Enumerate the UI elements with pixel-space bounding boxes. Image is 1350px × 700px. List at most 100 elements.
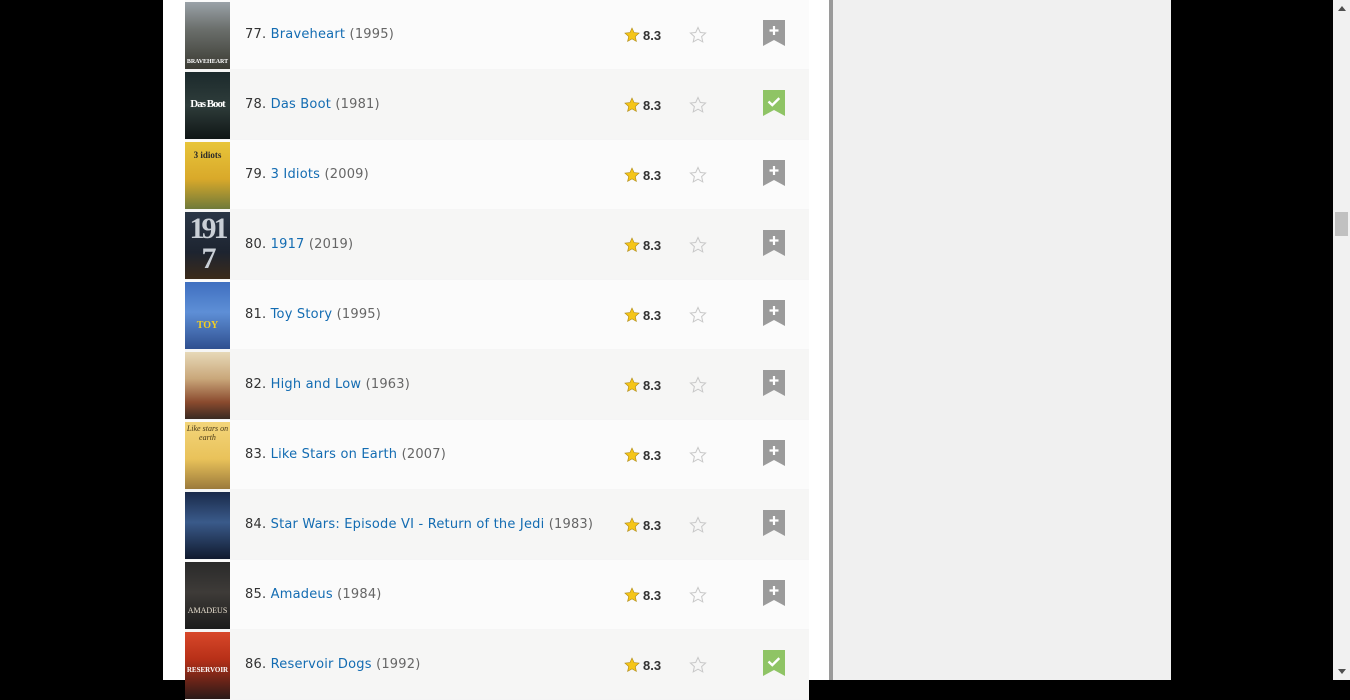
movie-title-link[interactable]: 3 Idiots	[271, 167, 321, 182]
movie-title-link[interactable]: Das Boot	[271, 97, 331, 112]
rating-star-icon	[624, 657, 640, 672]
poster-text: BRAVEHEART	[186, 59, 229, 65]
imdb-rating: 8.3	[624, 656, 661, 674]
title-cell: 84. Star Wars: Episode VI - Return of th…	[245, 490, 593, 560]
poster-image[interactable]: TOY	[185, 282, 230, 349]
rating-star-icon	[624, 377, 640, 392]
movie-title-link[interactable]: Star Wars: Episode VI - Return of the Je…	[271, 517, 545, 532]
rate-this-star-icon[interactable]	[689, 446, 707, 464]
rate-this-star-icon[interactable]	[689, 236, 707, 254]
movie-year: (2009)	[324, 167, 369, 182]
poster-text: 1917	[189, 212, 229, 275]
movie-list: BRAVEHEART 77. Braveheart (1995) 8.3 Das…	[185, 0, 809, 700]
add-to-watchlist-button[interactable]	[763, 160, 785, 186]
rate-this-star-icon[interactable]	[689, 656, 707, 674]
poster-image[interactable]: Das Boot	[185, 72, 230, 139]
rank-number: 79.	[245, 167, 267, 182]
poster-image[interactable]	[185, 352, 230, 419]
table-row: TOY 81. Toy Story (1995) 8.3	[185, 280, 809, 350]
table-row: 82. High and Low (1963) 8.3	[185, 350, 809, 420]
table-row: AMADEUS 85. Amadeus (1984) 8.3	[185, 560, 809, 630]
scroll-down-arrow-icon[interactable]	[1333, 663, 1350, 680]
rating-star-icon	[624, 307, 640, 322]
add-to-watchlist-button[interactable]	[763, 300, 785, 326]
rate-this-star-icon[interactable]	[689, 96, 707, 114]
rate-this-star-icon[interactable]	[689, 166, 707, 184]
rank-number: 86.	[245, 657, 267, 672]
title-cell: 80. 1917 (2019)	[245, 210, 353, 280]
poster-image[interactable]: BRAVEHEART	[185, 2, 230, 69]
vertical-scrollbar[interactable]	[1333, 0, 1350, 680]
poster-text: AMADEUS	[187, 606, 228, 615]
poster-image[interactable]: Like stars on earth	[185, 422, 230, 489]
rating-star-icon	[624, 27, 640, 42]
title-cell: 85. Amadeus (1984)	[245, 560, 382, 630]
movie-year: (1983)	[548, 517, 594, 532]
title-cell: 79. 3 Idiots (2009)	[245, 140, 369, 210]
imdb-rating: 8.3	[624, 306, 661, 324]
poster-text: Like stars on earth	[186, 424, 229, 442]
imdb-rating: 8.3	[624, 96, 661, 114]
movie-title-link[interactable]: Reservoir Dogs	[271, 657, 372, 672]
movie-year: (1981)	[335, 97, 380, 112]
table-row: RESERVOIR 86. Reservoir Dogs (1992) 8.3	[185, 630, 809, 700]
title-cell: 78. Das Boot (1981)	[245, 70, 380, 140]
add-to-watchlist-button[interactable]	[763, 370, 785, 396]
rate-this-star-icon[interactable]	[689, 586, 707, 604]
table-row: BRAVEHEART 77. Braveheart (1995) 8.3	[185, 0, 809, 70]
imdb-rating: 8.3	[624, 26, 661, 44]
movie-year: (1984)	[337, 587, 382, 602]
add-to-watchlist-button[interactable]	[763, 440, 785, 466]
add-to-watchlist-button[interactable]	[763, 20, 785, 46]
movie-year: (1995)	[336, 307, 382, 322]
poster-image[interactable]: AMADEUS	[185, 562, 230, 629]
movie-title-link[interactable]: Amadeus	[271, 587, 333, 602]
rate-this-star-icon[interactable]	[689, 26, 707, 44]
rank-number: 78.	[245, 97, 267, 112]
poster-text: TOY	[196, 320, 219, 331]
in-watchlist-button[interactable]	[763, 650, 785, 676]
poster-image[interactable]: RESERVOIR	[185, 632, 230, 699]
movie-year: (2007)	[401, 447, 447, 462]
table-row: 84. Star Wars: Episode VI - Return of th…	[185, 490, 809, 560]
title-cell: 81. Toy Story (1995)	[245, 280, 381, 350]
rating-star-icon	[624, 517, 640, 532]
movie-title-link[interactable]: 1917	[271, 237, 305, 252]
movie-title-link[interactable]: High and Low	[271, 377, 362, 392]
movie-title-link[interactable]: Like Stars on Earth	[271, 447, 398, 462]
rank-number: 84.	[245, 517, 267, 532]
table-row: 3 idiots 79. 3 Idiots (2009) 8.3	[185, 140, 809, 210]
table-row: Like stars on earth 83. Like Stars on Ea…	[185, 420, 809, 490]
imdb-rating: 8.3	[624, 446, 661, 464]
movie-title-link[interactable]: Toy Story	[271, 307, 333, 322]
poster-image[interactable]: 3 idiots	[185, 142, 230, 209]
imdb-rating: 8.3	[624, 166, 661, 184]
rank-number: 83.	[245, 447, 267, 462]
movie-year: (2019)	[308, 237, 354, 252]
title-cell: 83. Like Stars on Earth (2007)	[245, 420, 446, 490]
add-to-watchlist-button[interactable]	[763, 510, 785, 536]
poster-image[interactable]	[185, 492, 230, 559]
add-to-watchlist-button[interactable]	[763, 580, 785, 606]
rating-value: 8.3	[643, 27, 662, 43]
rating-star-icon	[624, 587, 640, 602]
poster-image[interactable]: 1917	[185, 212, 230, 279]
imdb-rating: 8.3	[624, 586, 661, 604]
movie-year: (1992)	[376, 657, 421, 672]
imdb-rating: 8.3	[624, 236, 661, 254]
movie-title-link[interactable]: Braveheart	[271, 27, 346, 42]
imdb-rating: 8.3	[624, 516, 661, 534]
rate-this-star-icon[interactable]	[689, 306, 707, 324]
rate-this-star-icon[interactable]	[689, 376, 707, 394]
scrollbar-thumb[interactable]	[1335, 212, 1348, 236]
rank-number: 85.	[245, 587, 267, 602]
add-to-watchlist-button[interactable]	[763, 230, 785, 256]
rating-value: 8.3	[643, 587, 662, 603]
rating-star-icon	[624, 447, 640, 462]
rate-this-star-icon[interactable]	[689, 516, 707, 534]
poster-text: RESERVOIR	[186, 666, 229, 674]
title-cell: 77. Braveheart (1995)	[245, 0, 394, 70]
scroll-up-arrow-icon[interactable]	[1333, 0, 1350, 17]
in-watchlist-button[interactable]	[763, 90, 785, 116]
rating-value: 8.3	[643, 167, 662, 183]
